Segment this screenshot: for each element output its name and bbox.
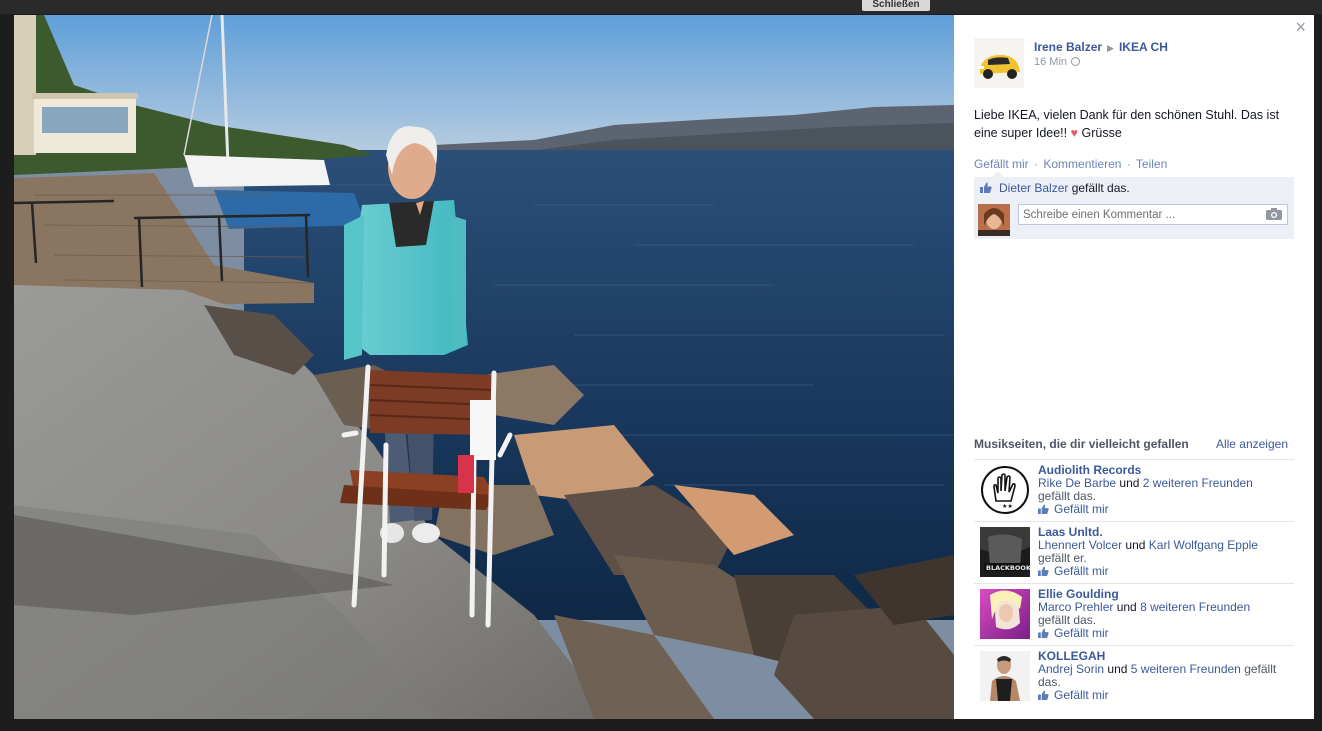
social-tail: gefällt das. [1038, 613, 1097, 627]
recommendation-item: Ellie Goulding Marco Prehler und 8 weite… [974, 584, 1294, 646]
social-joiner: und [1119, 476, 1140, 490]
page-picture[interactable] [980, 589, 1030, 639]
like-sentence: Dieter Balzer gefällt das. [980, 181, 1130, 195]
recommendation-body: KOLLEGAH Andrej Sorin und 5 weiteren Fre… [1038, 650, 1294, 702]
post-message: Liebe IKEA, vielen Dank für den schönen … [974, 106, 1284, 142]
backdrop-bar [0, 0, 1322, 14]
friend-name[interactable]: Lhennert Volcer [1038, 538, 1122, 552]
recommendation-item: ★★ Audiolith Records Rike De Barbe und 2… [974, 460, 1294, 522]
action-separator: · [1126, 157, 1131, 171]
liker-name[interactable]: Dieter Balzer [999, 181, 1068, 195]
recommendation-body: Audiolith Records Rike De Barbe und 2 we… [1038, 464, 1294, 516]
page-like-button[interactable]: Gefällt mir [1038, 565, 1109, 578]
share-link[interactable]: Teilen [1136, 157, 1167, 171]
page-picture[interactable]: BLACKBOOK [980, 527, 1030, 577]
friend-name[interactable]: Andrej Sorin [1038, 662, 1104, 676]
photo-stage[interactable] [14, 15, 954, 719]
post-author-line: Irene Balzer ▶ IKEA CH [1034, 40, 1168, 54]
liker-suffix: gefällt das. [1071, 181, 1130, 195]
page-like-label: Gefällt mir [1054, 688, 1109, 702]
thumbs-up-icon [1038, 628, 1049, 638]
target-page-name[interactable]: IKEA CH [1119, 40, 1168, 54]
comment-input[interactable] [1018, 204, 1288, 225]
other-friends-link[interactable]: 8 weiteren Freunden [1140, 600, 1250, 614]
social-joiner: und [1107, 662, 1128, 676]
svg-text:BLACKBOOK: BLACKBOOK [986, 564, 1030, 572]
heart-icon: ♥ [1070, 126, 1079, 140]
camera-icon[interactable] [1266, 208, 1282, 220]
social-context: Lhennert Volcer und Karl Wolfgang Epple … [1038, 539, 1294, 565]
recommendations-title: Musikseiten, die dir vielleicht gefallen [974, 437, 1189, 451]
thumbs-up-icon [1038, 504, 1049, 514]
svg-text:★★: ★★ [1002, 503, 1013, 510]
page-picture[interactable]: ★★ [980, 465, 1030, 515]
recommendation-item: BLACKBOOK Laas Unltd. Lhennert Volcer un… [974, 522, 1294, 584]
social-tail: gefällt er. [1038, 551, 1087, 565]
action-separator: · [1034, 157, 1039, 171]
thumbs-up-icon [1038, 690, 1049, 700]
page-like-button[interactable]: Gefällt mir [1038, 627, 1109, 640]
friend-name[interactable]: Marco Prehler [1038, 600, 1113, 614]
post-message-end: Grüsse [1081, 126, 1122, 140]
photo [14, 15, 954, 719]
close-icon[interactable]: × [1295, 18, 1306, 36]
feedback-caret [992, 171, 1004, 177]
social-context: Rike De Barbe und 2 weiteren Freunden ge… [1038, 477, 1294, 503]
recommendations-list: ★★ Audiolith Records Rike De Barbe und 2… [974, 460, 1294, 708]
comment-row [978, 204, 1290, 236]
post-actions: Gefällt mir · Kommentieren · Teilen [974, 157, 1167, 171]
globe-icon[interactable] [1071, 57, 1081, 66]
backdrop-close-button[interactable]: Schließen [862, 0, 930, 11]
thumbs-up-icon [980, 182, 992, 193]
social-joiner: und [1116, 600, 1137, 614]
photo-sidebar: × Irene Balzer ▶ IKEA CH 16 Min Liebe IKEA… [954, 15, 1314, 719]
social-context: Andrej Sorin und 5 weiteren Freunden gef… [1038, 663, 1294, 689]
author-avatar[interactable] [974, 38, 1024, 88]
page-like-label: Gefällt mir [1054, 502, 1109, 516]
viewer-avatar[interactable] [978, 204, 1010, 236]
other-friends-link[interactable]: 5 weiteren Freunden [1131, 662, 1241, 676]
social-tail: gefällt das. [1038, 489, 1097, 503]
page-like-label: Gefällt mir [1054, 626, 1109, 640]
recommendation-body: Ellie Goulding Marco Prehler und 8 weite… [1038, 588, 1294, 640]
page-like-label: Gefällt mir [1054, 564, 1109, 578]
feedback-box: Dieter Balzer gefällt das. [974, 171, 1294, 239]
see-all-link[interactable]: Alle anzeigen [1216, 437, 1288, 451]
page-like-button[interactable]: Gefällt mir [1038, 503, 1109, 516]
post-timestamp: 16 Min [1034, 56, 1081, 68]
recommendation-body: Laas Unltd. Lhennert Volcer und Karl Wol… [1038, 526, 1294, 578]
author-name[interactable]: Irene Balzer [1034, 40, 1102, 54]
other-friends-link[interactable]: Karl Wolfgang Epple [1149, 538, 1258, 552]
comment-link[interactable]: Kommentieren [1043, 157, 1121, 171]
page-like-button[interactable]: Gefällt mir [1038, 689, 1109, 702]
post-message-text: Liebe IKEA, vielen Dank für den schönen … [974, 108, 1280, 140]
social-joiner: und [1125, 538, 1146, 552]
recommendations-header: Musikseiten, die dir vielleicht gefallen… [974, 437, 1294, 460]
arrow-right-icon: ▶ [1107, 43, 1114, 53]
friend-name[interactable]: Rike De Barbe [1038, 476, 1116, 490]
recommendation-item: KOLLEGAH Andrej Sorin und 5 weiteren Fre… [974, 646, 1294, 708]
post-time[interactable]: 16 Min [1034, 56, 1067, 68]
other-friends-link[interactable]: 2 weiteren Freunden [1143, 476, 1253, 490]
social-context: Marco Prehler und 8 weiteren Freunden ge… [1038, 601, 1294, 627]
page-picture[interactable] [980, 651, 1030, 701]
like-link[interactable]: Gefällt mir [974, 157, 1029, 171]
thumbs-up-icon [1038, 566, 1049, 576]
